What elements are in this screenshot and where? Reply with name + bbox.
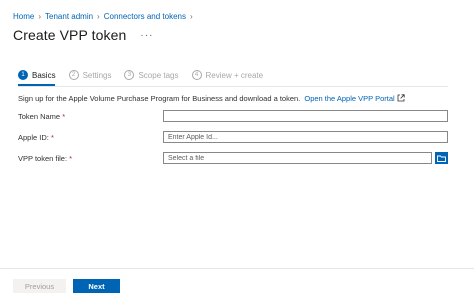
breadcrumb-connectors-and-tokens[interactable]: Connectors and tokens	[104, 12, 186, 21]
folder-icon	[437, 155, 446, 162]
vpp-token-file-row: VPP token file: *	[18, 152, 448, 164]
wizard-steps: 1 Basics 2 Settings 3 Scope tags 4 Revie…	[18, 70, 276, 80]
chevron-right-icon: ›	[38, 12, 42, 21]
step-label: Settings	[82, 70, 112, 80]
label-text: Token Name	[18, 111, 61, 121]
title-row: Create VPP token ···	[13, 27, 153, 43]
page-title: Create VPP token	[13, 27, 127, 43]
step-number-badge: 3	[124, 70, 135, 80]
more-options-icon[interactable]: ···	[140, 30, 153, 41]
breadcrumb-tenant-admin[interactable]: Tenant admin	[45, 12, 93, 21]
required-mark: *	[50, 132, 54, 142]
required-mark: *	[69, 153, 73, 163]
step-number-badge: 4	[191, 70, 202, 80]
steps-divider	[18, 86, 448, 87]
token-name-row: Token Name *	[18, 110, 448, 122]
step-label: Basics	[32, 70, 56, 80]
token-name-label: Token Name *	[18, 112, 163, 121]
tab-review-create[interactable]: 4 Review + create	[191, 70, 264, 80]
tab-basics[interactable]: 1 Basics	[18, 70, 56, 80]
tab-scope-tags[interactable]: 3 Scope tags	[124, 70, 179, 80]
chevron-right-icon: ›	[190, 12, 193, 21]
breadcrumb-home[interactable]: Home	[13, 12, 34, 21]
external-link-icon	[397, 94, 405, 102]
required-mark: *	[62, 111, 66, 121]
tab-settings[interactable]: 2 Settings	[68, 70, 112, 80]
next-button[interactable]: Next	[73, 279, 120, 293]
apple-id-row: Apple ID: *	[18, 131, 448, 143]
apple-id-label: Apple ID: *	[18, 133, 163, 142]
step-number-badge: 1	[18, 70, 28, 80]
footer-divider	[0, 268, 474, 269]
link-label: Open the Apple VPP Portal	[304, 94, 395, 103]
apple-vpp-portal-link[interactable]: Open the Apple VPP Portal	[304, 94, 405, 103]
token-name-input[interactable]	[163, 110, 448, 122]
label-text: Apple ID:	[18, 132, 49, 142]
step-number-badge: 2	[68, 70, 79, 80]
step-label: Scope tags	[138, 70, 179, 80]
chevron-right-icon: ›	[97, 12, 100, 21]
step-label: Review + create	[205, 70, 264, 80]
vpp-token-file-input[interactable]	[163, 152, 432, 164]
browse-file-button[interactable]	[435, 152, 448, 164]
apple-id-input[interactable]	[163, 131, 448, 143]
description-text: Sign up for the Apple Volume Purchase Pr…	[18, 94, 301, 103]
previous-button[interactable]: Previous	[13, 279, 66, 293]
label-text: VPP token file:	[18, 153, 68, 163]
vpp-token-file-label: VPP token file: *	[18, 154, 163, 163]
breadcrumb: Home › Tenant admin › Connectors and tok…	[13, 12, 197, 21]
description: Sign up for the Apple Volume Purchase Pr…	[18, 94, 405, 103]
